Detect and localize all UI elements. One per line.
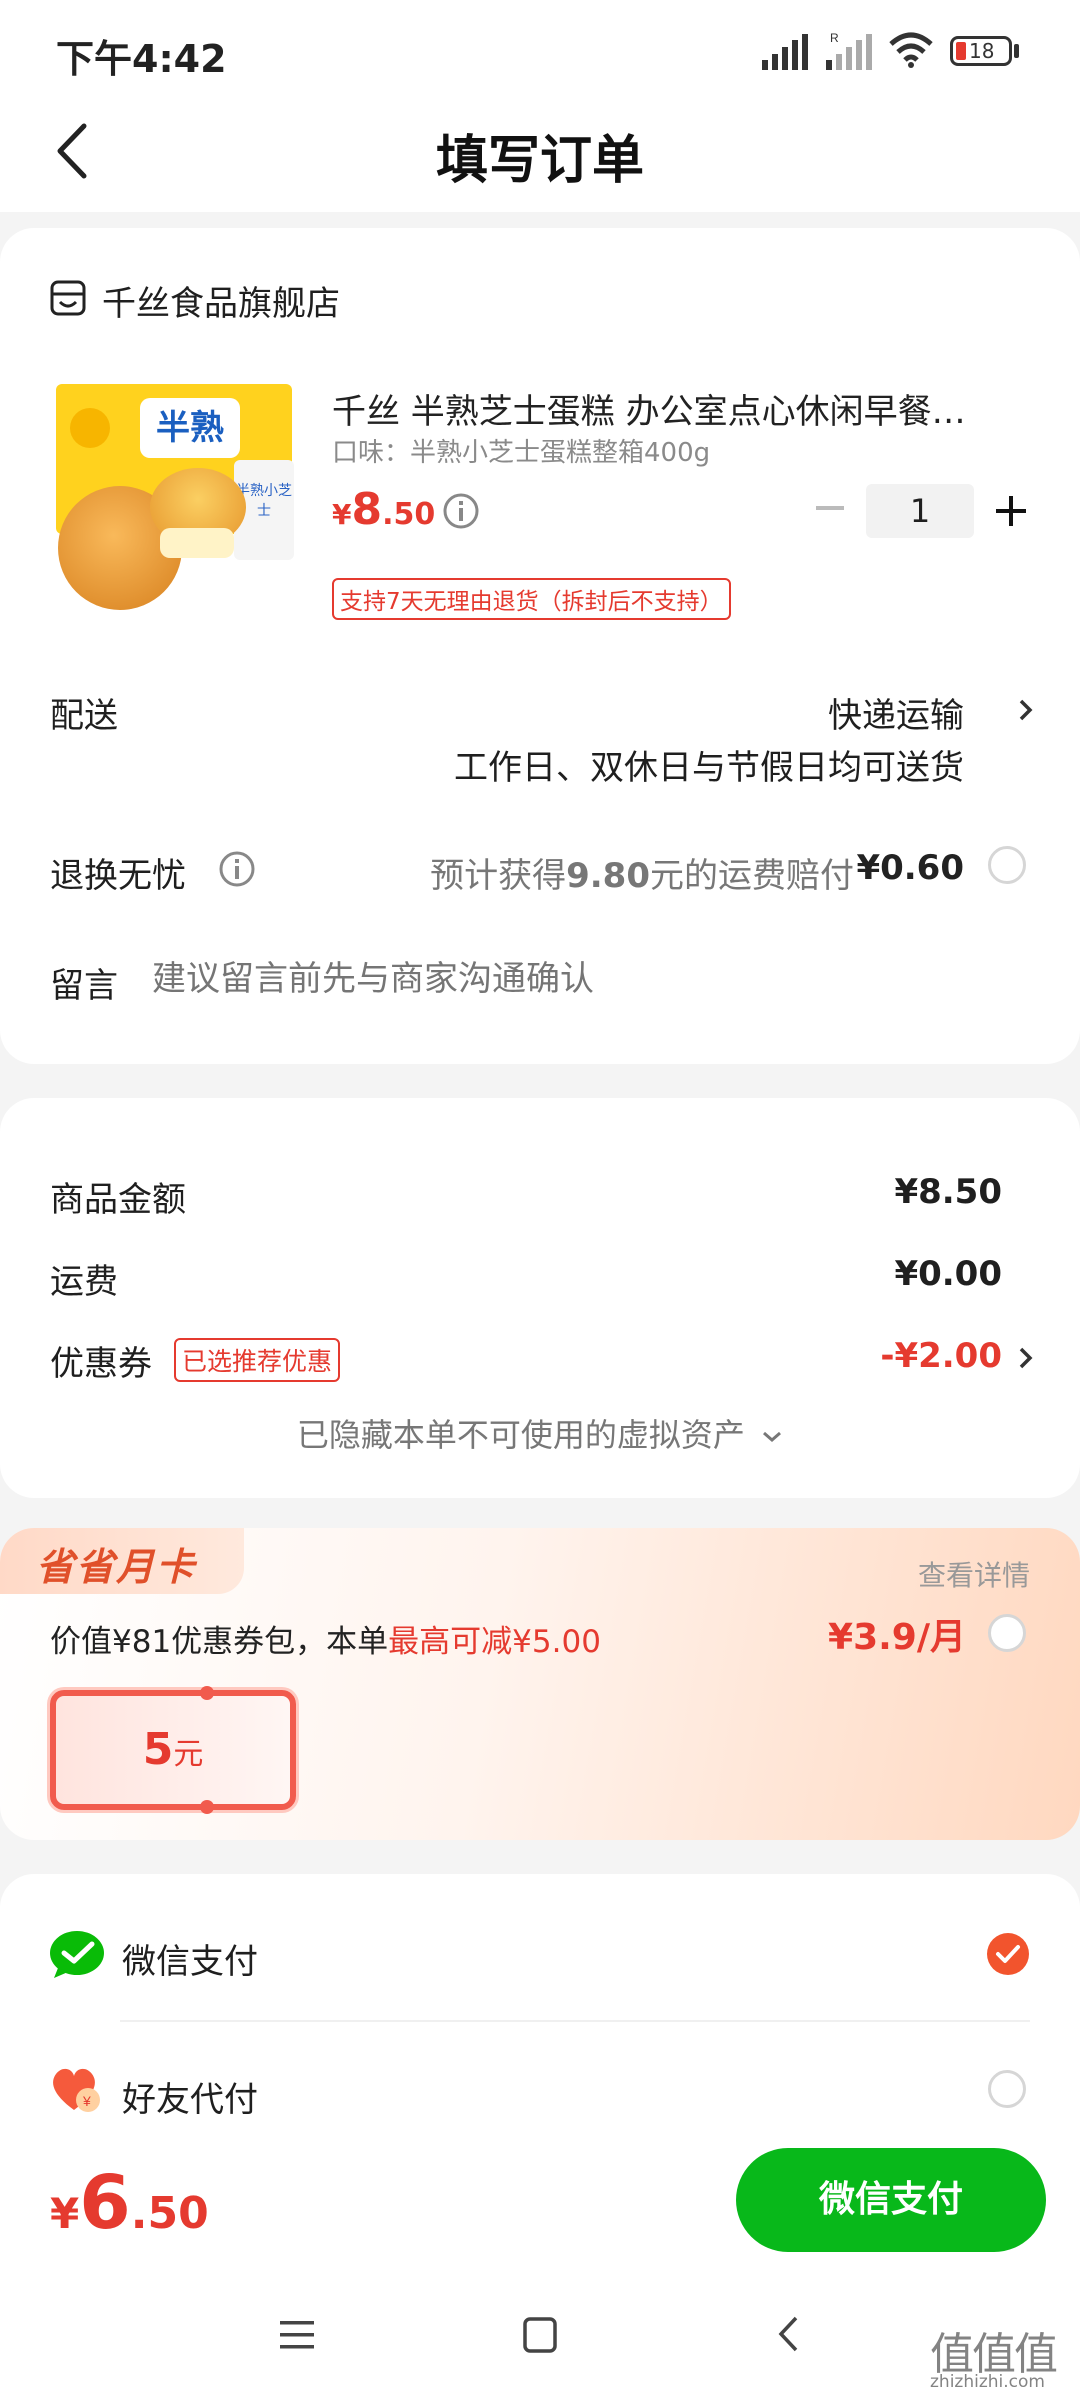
desc-pre: 预计获得 (430, 856, 567, 896)
price-dec: .50 (382, 497, 436, 532)
hidden-assets-toggle[interactable]: 已隐藏本单不可使用的虚拟资产 (0, 1410, 1080, 1456)
friend-pay-heart-icon: ¥ (53, 2068, 100, 2112)
hidden-assets-text: 已隐藏本单不可使用的虚拟资产 (296, 1416, 745, 1454)
delivery-method[interactable]: 快递运输 (828, 688, 964, 737)
coupon-unit: 元 (173, 1737, 204, 1772)
goods-amount-label: 商品金额 (50, 1180, 186, 1220)
friend-pay-label[interactable]: 好友代付 (122, 2072, 258, 2121)
total-dec: .50 (130, 2188, 209, 2239)
battery-tip (1014, 44, 1019, 58)
desc-post: 元的运费赔付 (650, 856, 854, 896)
return-insurance-desc: 预计获得9.80元的运费赔付 (430, 848, 854, 897)
signal-roaming-icon: R (826, 31, 872, 70)
monthly-card-desc: 价值¥81优惠券包，本单最高可减¥5.00 (50, 1616, 601, 1661)
signal-icon (762, 34, 808, 70)
return-insurance-label: 退换无忧 (50, 856, 186, 896)
product-flavor[interactable]: 口味：半熟小芝士蛋糕整箱400g (332, 432, 710, 469)
desc-highlight: 最高可减¥5.00 (388, 1624, 601, 1660)
shipping-label: 运费 (50, 1262, 118, 1302)
price-int: 8 (351, 484, 383, 535)
coupon-tag: 已选推荐优惠 (174, 1338, 341, 1382)
store-icon (50, 280, 86, 316)
battery-icon: 18 (950, 36, 1012, 66)
return-policy-tag: 支持7天无理由退货（拆封后不支持） (332, 578, 731, 620)
divider (120, 2020, 1030, 2022)
chevron-right-icon[interactable] (1016, 1346, 1036, 1370)
price-symbol: ¥ (332, 498, 352, 531)
info-icon[interactable] (218, 850, 256, 888)
shop-name[interactable]: 千丝食品旗舰店 (102, 276, 340, 325)
delivery-label: 配送 (50, 696, 118, 736)
total-symbol: ¥ (50, 2189, 80, 2238)
status-time: 下午4:42 (56, 37, 227, 81)
product-image-label: 半熟 (140, 398, 240, 458)
home-icon[interactable] (522, 2316, 558, 2354)
plus-icon[interactable] (994, 494, 1028, 528)
monthly-card-radio[interactable] (988, 1614, 1026, 1652)
checked-icon[interactable] (986, 1932, 1030, 1976)
wechat-pay-button[interactable]: 微信支付 (736, 2148, 1046, 2252)
monthly-card-badge: 省省月卡 (36, 1545, 197, 1589)
monthly-card-price: ¥3.9/月 (828, 1617, 966, 1658)
back-icon[interactable] (776, 2314, 800, 2354)
coupon-value[interactable]: -¥2.00 (880, 1336, 1002, 1376)
product-title[interactable]: 千丝 半熟芝士蛋糕 办公室点心休闲早餐… (332, 384, 966, 433)
coupon-label: 优惠券 (50, 1344, 152, 1384)
monthly-card-details-link[interactable]: 查看详情 (918, 1554, 1030, 1594)
total-int: 6 (79, 2160, 131, 2246)
menu-icon[interactable] (278, 2318, 316, 2352)
message-label: 留言 (50, 966, 118, 1006)
order-card (0, 228, 1080, 1064)
shipping-value: ¥0.00 (894, 1254, 1002, 1294)
desc-amount: 9.80 (566, 856, 650, 896)
total-price: ¥6.50 (50, 2160, 209, 2246)
goods-amount-value: ¥8.50 (894, 1172, 1002, 1212)
wechat-pay-label[interactable]: 微信支付 (122, 1934, 258, 1983)
minus-icon[interactable] (814, 496, 846, 520)
quantity-value[interactable]: 1 (866, 484, 974, 538)
friend-pay-radio[interactable] (988, 2070, 1026, 2108)
watermark-url: zhizhizhi.com (930, 2372, 1045, 2392)
delivery-note: 工作日、双休日与节假日均可送货 (454, 748, 964, 788)
product-image[interactable]: 半熟 半熟小芝士 (50, 378, 298, 624)
wifi-icon (889, 32, 933, 68)
desc-pre: 价值¥81优惠券包，本单 (50, 1624, 389, 1660)
page-title: 填写订单 (435, 131, 644, 191)
chevron-down-icon (763, 1431, 782, 1442)
message-input[interactable] (150, 950, 1034, 1008)
coupon-value: 5 (142, 1724, 174, 1775)
return-insurance-price: ¥0.60 (856, 848, 964, 888)
svg-text:R: R (830, 31, 839, 45)
svg-text:¥: ¥ (82, 2093, 91, 2109)
coupon-5-yuan: 5元 (50, 1686, 296, 1814)
wechat-pay-icon (50, 1931, 104, 1978)
return-insurance-radio[interactable] (988, 846, 1026, 884)
chevron-right-icon[interactable] (1016, 698, 1036, 722)
info-icon[interactable] (442, 492, 480, 530)
battery-level: 18 (969, 39, 995, 63)
product-price: ¥8.50 (332, 484, 435, 535)
